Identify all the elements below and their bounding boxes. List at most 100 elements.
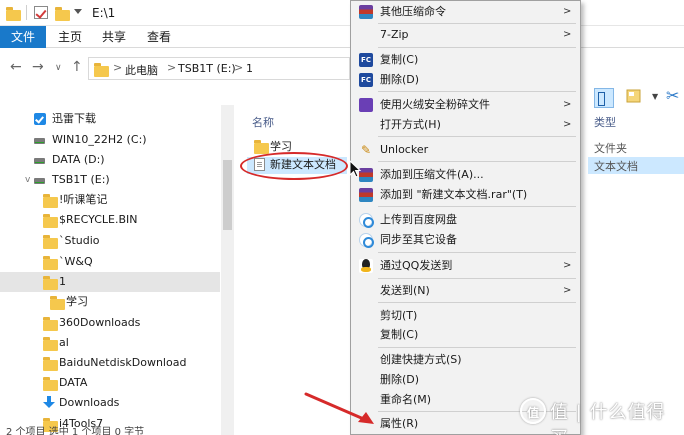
- unlocker-wand-icon: ✎: [360, 143, 372, 157]
- nav-item-folder[interactable]: $RECYCLE.BIN: [0, 210, 220, 230]
- nav-item-xunlei[interactable]: 迅雷下载: [0, 109, 220, 129]
- nav-item-folder[interactable]: 学习: [0, 292, 220, 312]
- folder-icon: [43, 357, 58, 371]
- details-pane-icon[interactable]: [594, 88, 614, 108]
- baidu-cloud-icon: [359, 233, 374, 248]
- chevron-down-icon[interactable]: [74, 9, 82, 14]
- nav-scrollbar-thumb[interactable]: [223, 160, 232, 230]
- nav-item-folder[interactable]: 360Downloads: [0, 313, 220, 333]
- menu-item-huorong-shred[interactable]: 使用火绒安全粉碎文件 >: [351, 94, 580, 116]
- back-arrow-icon[interactable]: ←: [10, 59, 22, 75]
- folder-icon: [254, 140, 269, 154]
- folder-icon: [43, 256, 58, 270]
- nav-item-drive-e[interactable]: v TSB1T (E:): [0, 170, 220, 190]
- breadcrumb-separator: >: [113, 61, 123, 74]
- nav-item-folder[interactable]: `Studio: [0, 231, 220, 251]
- status-text: 2 个项目 选中 1 个项目 0 字节: [6, 427, 145, 435]
- recent-locations-chevron-icon[interactable]: ∨: [55, 63, 62, 73]
- new-folder-icon[interactable]: [55, 7, 70, 21]
- fastcopy-icon: FC: [359, 53, 373, 67]
- folder-icon: [94, 63, 109, 77]
- nav-item-drive-c[interactable]: WIN10_22H2 (C:): [0, 130, 220, 150]
- menu-item-send-to[interactable]: 发送到(N) >: [351, 280, 580, 302]
- huorong-icon: [359, 98, 373, 112]
- menu-item-open-with[interactable]: 打开方式(H) >: [351, 114, 580, 136]
- folder-icon: [50, 296, 65, 310]
- chevron-down-icon[interactable]: ▼: [652, 92, 658, 101]
- breadcrumb-drive-e[interactable]: TSB1T (E:): [178, 62, 236, 75]
- breadcrumb-separator: >: [167, 61, 177, 74]
- folder-icon: [43, 235, 58, 249]
- divider: [26, 5, 27, 20]
- watermark-text: 值 | 什么值得买: [550, 402, 666, 435]
- address-row: ← → ∨ ↑ > 此电脑 > TSB1T (E:) > 1: [0, 49, 684, 87]
- menu-separator: [378, 278, 576, 279]
- properties-check-icon[interactable]: [34, 6, 48, 19]
- menu-item-fc-copy[interactable]: FC 复制(C): [351, 49, 580, 71]
- nav-scrollbar[interactable]: [221, 105, 234, 435]
- submenu-arrow-icon: >: [563, 260, 572, 271]
- nav-item-folder[interactable]: !听课笔记: [0, 190, 220, 210]
- folder-icon: [43, 276, 58, 290]
- breadcrumb-this-pc[interactable]: 此电脑: [125, 62, 158, 78]
- menu-separator: [378, 136, 576, 137]
- nav-item-folder-1[interactable]: 1: [0, 272, 220, 292]
- download-icon: [43, 396, 55, 410]
- folder-icon: [43, 194, 58, 208]
- menu-item-send-via-qq[interactable]: 通过QQ发送到 >: [351, 255, 580, 277]
- folder-icon: [43, 317, 58, 331]
- scissors-icon[interactable]: ✂: [666, 86, 679, 105]
- menu-item-create-shortcut[interactable]: 创建快捷方式(S): [351, 349, 580, 371]
- chevron-expanded-icon[interactable]: v: [25, 170, 30, 190]
- up-arrow-icon[interactable]: ↑: [71, 59, 83, 75]
- fastcopy-icon: FC: [359, 73, 373, 87]
- title-bar: E:\1: [0, 0, 684, 26]
- nav-item-drive-d[interactable]: DATA (D:): [0, 150, 220, 170]
- menu-item-add-to-rar[interactable]: 添加到 "新建文本文档.rar"(T): [351, 184, 580, 206]
- nav-item-downloads[interactable]: Downloads: [0, 393, 220, 413]
- folder-icon: [43, 214, 58, 228]
- drive-icon: [34, 158, 45, 164]
- submenu-arrow-icon: >: [563, 119, 572, 130]
- tab-home[interactable]: 主页: [52, 26, 88, 48]
- breadcrumb-folder-1[interactable]: 1: [246, 62, 253, 75]
- column-header-name[interactable]: 名称: [252, 114, 274, 130]
- column-header-type[interactable]: 类型: [594, 114, 616, 130]
- nav-item-folder[interactable]: `W&Q: [0, 252, 220, 272]
- context-menu: 其他压缩命令 > 7-Zip > FC 复制(C) FC 删除(D) 使用火绒安…: [350, 0, 581, 435]
- folder-icon: [43, 377, 58, 391]
- annotation-circle: [240, 152, 348, 180]
- nav-item-folder[interactable]: al: [0, 333, 220, 353]
- folder-icon: [43, 337, 58, 351]
- tab-view[interactable]: 查看: [141, 26, 177, 48]
- menu-item-other-compress[interactable]: 其他压缩命令 >: [351, 1, 580, 23]
- menu-item-upload-baidu[interactable]: 上传到百度网盘: [351, 209, 580, 231]
- tab-file[interactable]: 文件: [0, 26, 46, 48]
- submenu-arrow-icon: >: [563, 29, 572, 40]
- menu-item-delete[interactable]: 删除(D): [351, 369, 580, 391]
- menu-item-7zip[interactable]: 7-Zip >: [351, 24, 580, 46]
- menu-item-copy[interactable]: 复制(C): [351, 324, 580, 346]
- folder-icon: [6, 7, 21, 21]
- submenu-arrow-icon: >: [563, 285, 572, 296]
- xunlei-check-icon: [34, 113, 46, 125]
- menu-item-add-to-archive[interactable]: 添加到压缩文件(A)...: [351, 164, 580, 186]
- preview-pane-icon[interactable]: [626, 88, 644, 106]
- menu-separator: [378, 91, 576, 92]
- menu-separator: [378, 47, 576, 48]
- menu-item-sync-devices[interactable]: 同步至其它设备: [351, 229, 580, 251]
- nav-item-folder[interactable]: DATA: [0, 373, 220, 393]
- submenu-arrow-icon: >: [563, 6, 572, 17]
- forward-arrow-icon[interactable]: →: [32, 59, 44, 75]
- watermark-badge: 值: [520, 398, 546, 424]
- mouse-cursor-icon: [349, 160, 362, 178]
- drive-icon: [34, 178, 45, 184]
- window-title: E:\1: [92, 6, 116, 20]
- menu-item-fc-delete[interactable]: FC 删除(D): [351, 69, 580, 91]
- nav-item-folder[interactable]: BaiduNetdiskDownload: [0, 353, 220, 373]
- file-type-cell: 文件夹: [594, 142, 627, 155]
- menu-item-unlocker[interactable]: ✎ Unlocker: [351, 139, 580, 161]
- menu-separator: [378, 161, 576, 162]
- address-bar[interactable]: > 此电脑 > TSB1T (E:) > 1: [88, 57, 350, 80]
- tab-share[interactable]: 共享: [96, 26, 132, 48]
